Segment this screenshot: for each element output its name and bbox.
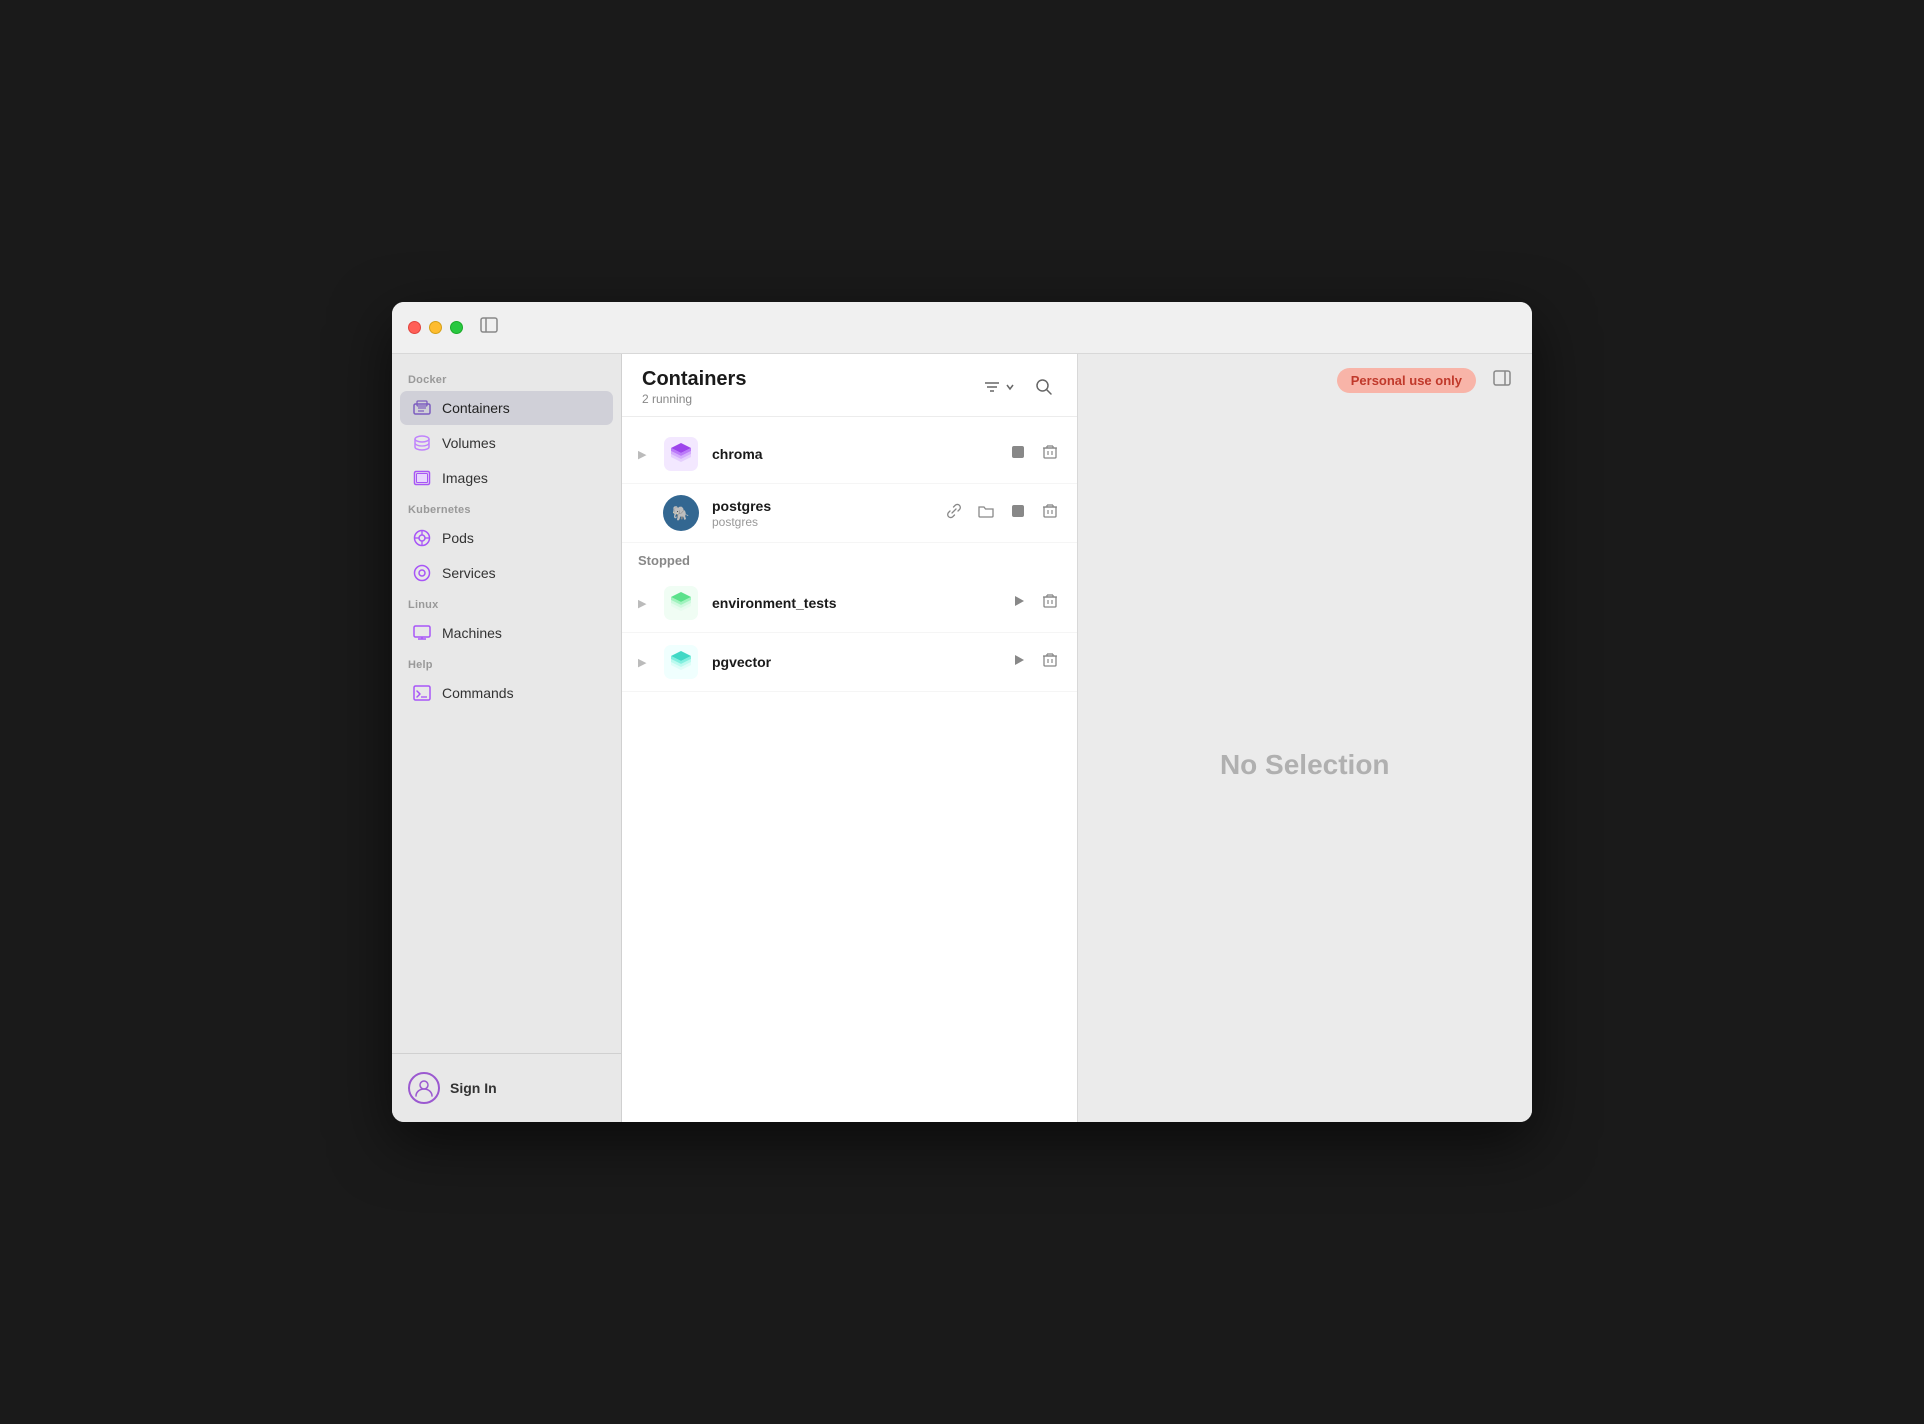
chroma-info: chroma: [712, 446, 995, 462]
page-title: Containers: [642, 368, 746, 391]
titlebar: [392, 302, 1532, 354]
running-count: 2 running: [642, 392, 746, 406]
containers-icon: [412, 398, 432, 418]
images-label: Images: [442, 470, 488, 486]
pgvector-info: pgvector: [712, 654, 997, 670]
close-button[interactable]: [408, 321, 421, 334]
sidebar-item-machines[interactable]: Machines: [400, 616, 613, 650]
center-panel: Containers 2 running: [622, 354, 1078, 1122]
env-tests-actions: [1009, 590, 1061, 616]
center-header-actions: [979, 374, 1057, 400]
maximize-button[interactable]: [450, 321, 463, 334]
container-item-chroma[interactable]: ▶ chroma: [622, 425, 1077, 484]
filter-button[interactable]: [979, 374, 1019, 400]
delete-button-pgvector[interactable]: [1039, 649, 1061, 675]
env-tests-info: environment_tests: [712, 595, 997, 611]
right-panel: Personal use only No Selection: [1078, 354, 1533, 1122]
sidebar-toggle-icon[interactable]: [479, 315, 499, 340]
link-button-postgres[interactable]: [943, 500, 965, 526]
chroma-icon: [662, 435, 700, 473]
stopped-section-label: Stopped: [622, 543, 1077, 574]
kubernetes-section-label: Kubernetes: [392, 496, 621, 520]
sidebar-item-pods[interactable]: Pods: [400, 521, 613, 555]
sidebar-footer: Sign In: [392, 1053, 621, 1122]
help-section-label: Help: [392, 651, 621, 675]
sign-in-button[interactable]: Sign In: [404, 1066, 609, 1110]
start-button-env-tests[interactable]: [1009, 591, 1029, 615]
no-selection-area: No Selection: [1078, 407, 1533, 1122]
chevron-right-icon-4: ▶: [638, 656, 650, 669]
app-window: Docker Containers: [392, 302, 1532, 1122]
right-sidebar-toggle-icon[interactable]: [1492, 368, 1512, 393]
sidebar-item-images[interactable]: Images: [400, 461, 613, 495]
images-icon: [412, 468, 432, 488]
docker-section-label: Docker: [392, 366, 621, 390]
search-button[interactable]: [1031, 374, 1057, 400]
right-header: Personal use only: [1078, 354, 1533, 407]
env-tests-name: environment_tests: [712, 595, 997, 611]
services-icon: [412, 563, 432, 583]
minimize-button[interactable]: [429, 321, 442, 334]
commands-label: Commands: [442, 685, 514, 701]
sidebar-content: Docker Containers: [392, 354, 621, 1053]
postgres-icon: 🐘: [662, 494, 700, 532]
pgvector-actions: [1009, 649, 1061, 675]
postgres-subname: postgres: [712, 515, 931, 529]
delete-button-chroma[interactable]: [1039, 441, 1061, 467]
center-header: Containers 2 running: [622, 354, 1077, 417]
chevron-right-icon-3: ▶: [638, 597, 650, 610]
delete-button-postgres[interactable]: [1039, 500, 1061, 526]
sidebar-item-commands[interactable]: Commands: [400, 676, 613, 710]
no-selection-text: No Selection: [1220, 749, 1390, 781]
sidebar: Docker Containers: [392, 354, 622, 1122]
delete-button-env-tests[interactable]: [1039, 590, 1061, 616]
machines-label: Machines: [442, 625, 502, 641]
machines-icon: [412, 623, 432, 643]
container-item-postgres[interactable]: 🐘 postgres postgres: [622, 484, 1077, 543]
container-list: ▶ chroma: [622, 417, 1077, 1122]
pgvector-name: pgvector: [712, 654, 997, 670]
folder-button-postgres[interactable]: [975, 500, 997, 526]
container-item-pgvector[interactable]: ▶ pgvector: [622, 633, 1077, 692]
containers-label: Containers: [442, 400, 510, 416]
linux-section-label: Linux: [392, 591, 621, 615]
sidebar-item-volumes[interactable]: Volumes: [400, 426, 613, 460]
pods-label: Pods: [442, 530, 474, 546]
pgvector-icon: [662, 643, 700, 681]
volumes-label: Volumes: [442, 435, 496, 451]
pods-icon: [412, 528, 432, 548]
chroma-actions: [1007, 441, 1061, 467]
chroma-name: chroma: [712, 446, 995, 462]
volumes-icon: [412, 433, 432, 453]
stop-button-postgres[interactable]: [1007, 500, 1029, 526]
personal-use-badge[interactable]: Personal use only: [1337, 368, 1476, 393]
main-content: Docker Containers: [392, 354, 1532, 1122]
services-label: Services: [442, 565, 496, 581]
sidebar-item-containers[interactable]: Containers: [400, 391, 613, 425]
start-button-pgvector[interactable]: [1009, 650, 1029, 674]
sign-in-avatar-icon: [408, 1072, 440, 1104]
svg-text:🐘: 🐘: [672, 505, 689, 522]
postgres-info: postgres postgres: [712, 498, 931, 529]
stop-button-chroma[interactable]: [1007, 441, 1029, 467]
postgres-actions: [943, 500, 1061, 526]
traffic-lights: [408, 321, 463, 334]
sidebar-item-services[interactable]: Services: [400, 556, 613, 590]
sign-in-label: Sign In: [450, 1080, 497, 1096]
postgres-name: postgres: [712, 498, 931, 514]
center-header-left: Containers 2 running: [642, 368, 746, 406]
container-item-env-tests[interactable]: ▶ environment_tests: [622, 574, 1077, 633]
env-tests-icon: [662, 584, 700, 622]
commands-icon: [412, 683, 432, 703]
chevron-right-icon: ▶: [638, 448, 650, 461]
